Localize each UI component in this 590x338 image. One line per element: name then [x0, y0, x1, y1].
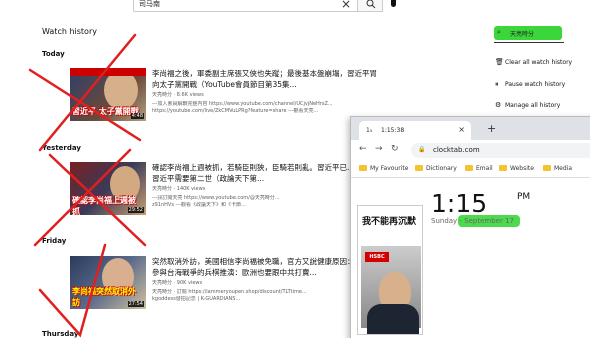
section-today: Today	[42, 50, 65, 58]
back-icon[interactable]: ←	[359, 144, 367, 154]
search-query: 司马南	[139, 0, 160, 8]
search-icon: ⌕	[497, 28, 501, 36]
thumbnail-face	[104, 70, 138, 110]
close-icon[interactable]: ×	[458, 125, 465, 134]
video-description: kgoddess發拍記念 | K-GUARDIANS...	[152, 296, 241, 302]
clear-history-label: Clear all watch history	[505, 59, 573, 66]
video-duration: 4:48	[130, 113, 144, 119]
lock-icon: 🔒	[418, 146, 426, 153]
bookmark-label: Dictionary	[426, 165, 457, 172]
video-title[interactable]: 突然取消外訪，美國相信李尚福被免職，官方又說健康原因：華爾街參與台海戰爭的兵棋推…	[152, 256, 382, 278]
video-duration: 27:54	[127, 301, 144, 307]
manage-history-button[interactable]: ⚙ Manage all history	[495, 101, 560, 109]
bookmark-media[interactable]: Media	[543, 165, 572, 172]
folder-icon	[499, 165, 507, 171]
video-duration: 29:52	[127, 207, 144, 213]
bookmark-dictionary[interactable]: Dictionary	[415, 165, 457, 172]
search-watch-history-input[interactable]: ⌕ 天亮時分	[494, 26, 562, 40]
folder-icon	[415, 165, 423, 171]
clock-date: Sunday - September 17	[431, 217, 514, 225]
page: 司马南 × Watch history Today Yesterday Frid…	[0, 0, 590, 338]
video-thumbnail[interactable]: 確認李尚福上週被抓 29:52	[70, 162, 146, 215]
ad-suit	[367, 304, 419, 334]
bookmark-label: Website	[510, 165, 534, 172]
navigation-bar: ← → ↻ 🔒 clocktab.com	[351, 140, 590, 161]
tab-clocktab[interactable]: 1₅ 1:15:38 ×	[359, 121, 471, 140]
search-input[interactable]: 司马南	[133, 0, 358, 12]
bookmark-label: Email	[476, 165, 493, 172]
bookmark-my-favourite[interactable]: My Favourite	[359, 165, 408, 172]
address-url: clocktab.com	[433, 146, 480, 154]
clear-icon[interactable]: ×	[341, 0, 351, 11]
reload-icon[interactable]: ↻	[391, 144, 399, 154]
clock-time: 1:15	[431, 189, 488, 218]
video-title[interactable]: 確認李尚福上週被抓，若騎臣則狹，臣騎若則亂。習近平已...之言，習近平需要第二世…	[152, 162, 382, 184]
divider	[494, 42, 564, 43]
pause-history-button[interactable]: ⏸ Pause watch history	[495, 80, 565, 89]
bookmarks-bar: My Favourite Dictionary Email Website Me…	[351, 161, 590, 178]
search-button[interactable]	[357, 0, 383, 12]
video-channel[interactable]: 天亮時分 · 8.6K views	[152, 91, 204, 98]
browser-window: 1₅ 1:15:38 × + ← → ↻ 🔒 clocktab.com My F…	[350, 116, 590, 338]
new-tab-button[interactable]: +	[487, 122, 496, 135]
search-icon	[366, 0, 376, 9]
folder-icon	[543, 165, 551, 171]
address-bar[interactable]: 🔒 clocktab.com	[411, 143, 590, 158]
tab-strip: 1₅ 1:15:38 × +	[351, 117, 590, 140]
section-thursday: Thursday	[42, 330, 79, 338]
mic-icon[interactable]	[391, 0, 396, 7]
trash-icon: 🗑	[495, 58, 504, 66]
folder-icon	[465, 165, 473, 171]
video-title[interactable]: 李尚福之後，軍委副主席張又俠也失蹤；最後基本盤崩塌，習近平胃向太子黨開戰（You…	[152, 68, 382, 90]
video-thumbnail[interactable]: 李尚福突然取消外訪 27:54	[70, 256, 146, 309]
video-description: ---訊訂閱天亮 https://www.youtube.com/@天亮時分..…	[152, 195, 280, 201]
thumbnail-banner	[70, 68, 146, 76]
bookmark-website[interactable]: Website	[499, 165, 534, 172]
bookmark-label: Media	[554, 165, 573, 172]
ad-image: HSBC	[361, 246, 421, 334]
clock-page: 我不能再沉默 HSBC 1:15 PM Sunday - September 1…	[351, 179, 590, 338]
folder-icon	[359, 165, 367, 171]
video-channel[interactable]: 天亮時分 · 90K views	[152, 279, 202, 286]
forward-icon[interactable]: →	[375, 144, 383, 154]
clock-ampm: PM	[517, 192, 531, 202]
video-description: https://youtube.com/live/ZkCMVuLPRg?feat…	[152, 108, 319, 114]
page-title: Watch history	[42, 27, 97, 36]
video-description: z91nHVs ---觀看《政論天下》和《卡節...	[152, 202, 246, 208]
tab-title: 1:15:38	[381, 127, 405, 134]
video-channel[interactable]: 天亮時分 · 140K views	[152, 185, 205, 192]
pause-icon: ⏸	[495, 80, 499, 88]
pause-history-label: Pause watch history	[505, 81, 566, 88]
clear-history-button[interactable]: 🗑Clear all watch history	[495, 58, 572, 66]
section-friday: Friday	[42, 237, 67, 245]
manage-history-label: Manage all history	[505, 102, 561, 109]
clock-favicon-icon: 1₅	[366, 127, 373, 134]
advertisement[interactable]: 我不能再沉默 HSBC	[357, 205, 423, 335]
gear-icon: ⚙	[495, 101, 502, 109]
video-description: 天亮時分 · 訂閱 https://iammeryoupen.shop/disc…	[152, 289, 307, 295]
side-search-text: 天亮時分	[510, 31, 535, 38]
section-yesterday: Yesterday	[42, 144, 81, 152]
hsbc-logo: HSBC	[365, 252, 389, 262]
video-description: ---加入會員解鎖完整內容 https://www.youtube.com/ch…	[152, 101, 333, 107]
bookmark-label: My Favourite	[370, 165, 409, 172]
ad-title: 我不能再沉默	[362, 217, 417, 227]
video-thumbnail[interactable]: 習近平 太子黨開戰 4:48	[70, 68, 146, 121]
bookmark-email[interactable]: Email	[465, 165, 493, 172]
top-search-bar: 司马南 ×	[0, 0, 590, 14]
